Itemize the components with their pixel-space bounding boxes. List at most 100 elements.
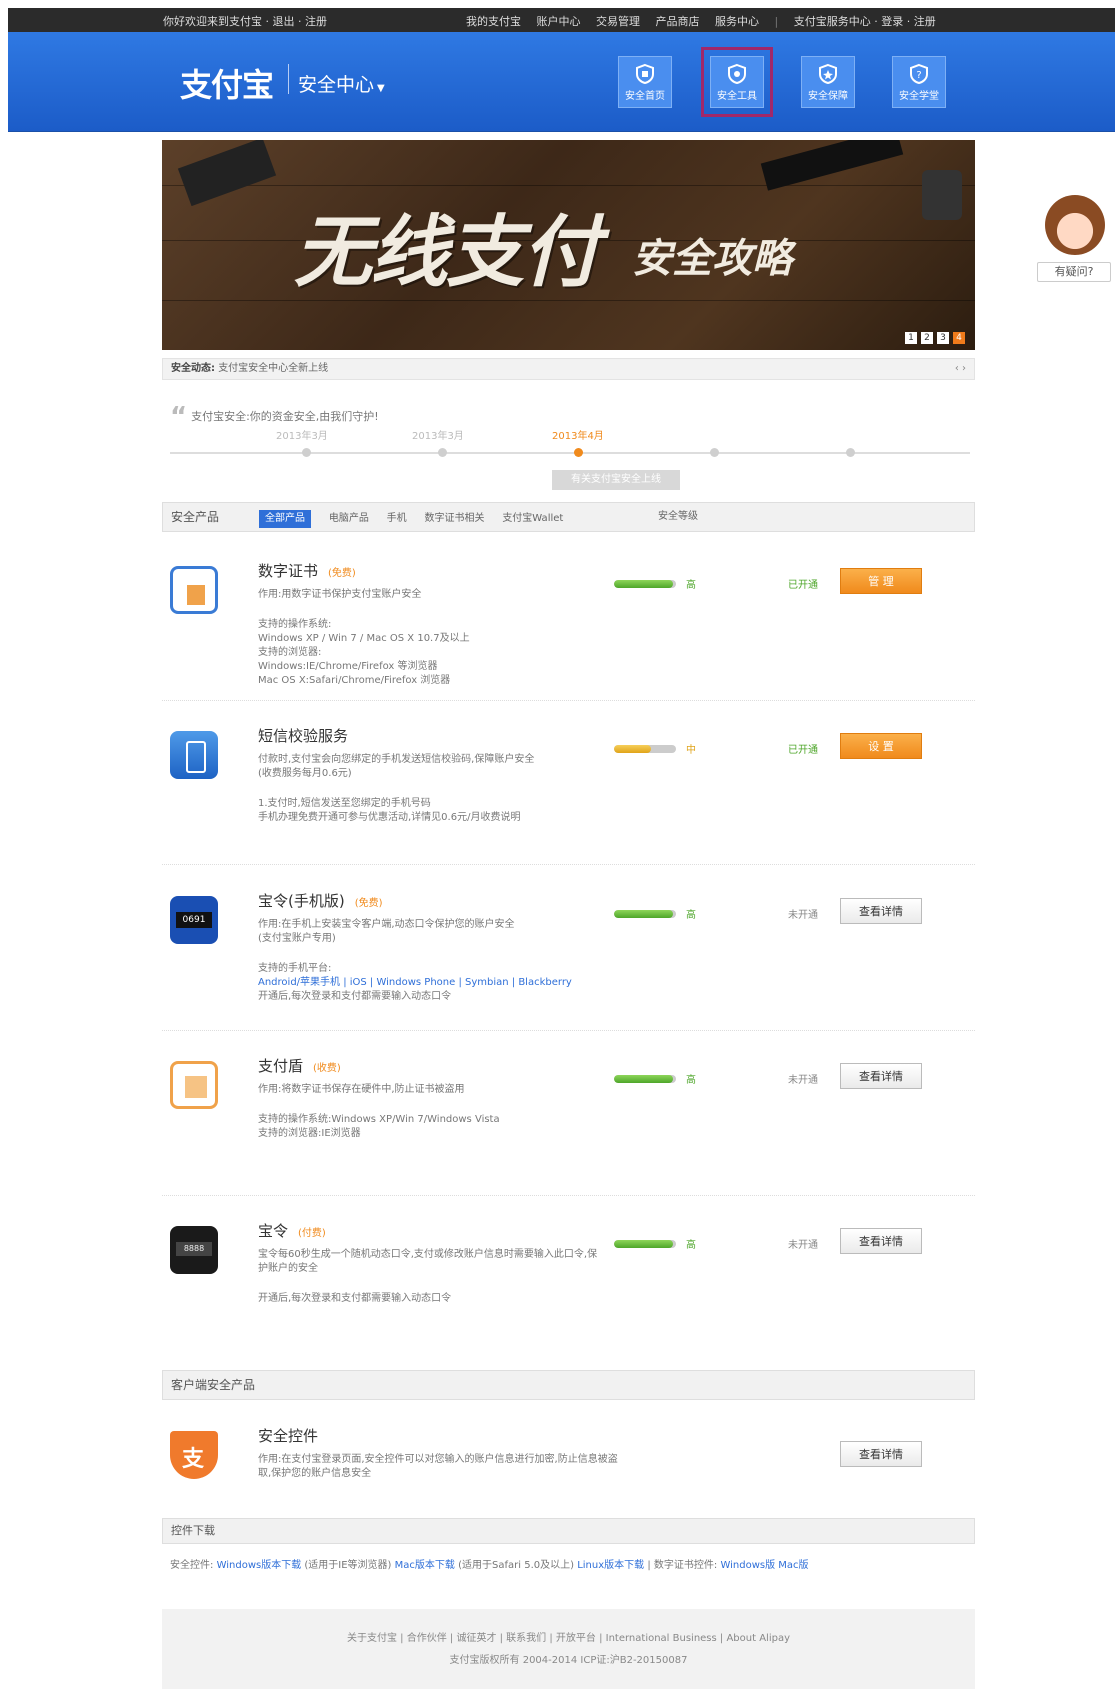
download-note: (适用于Safari 5.0及以上)	[458, 1560, 575, 1571]
news-arrows-icon[interactable]: ‹ ›	[955, 359, 966, 379]
product-status: 已开通	[788, 580, 818, 591]
banner-pager: 1234	[901, 329, 965, 344]
topbar-greeting[interactable]: 你好欢迎来到支付宝 · 退出 · 注册	[163, 13, 327, 29]
nav-security-home[interactable]: 安全首页	[618, 56, 672, 108]
settings-button[interactable]: 设 置	[840, 733, 922, 759]
product-name-text: 短信校验服务	[258, 727, 349, 745]
question-icon: ?	[910, 63, 928, 85]
view-details-button[interactable]: 查看详情	[840, 1228, 922, 1254]
timeline-date: 2013年3月	[276, 431, 328, 442]
topbar-link-trade[interactable]: 交易管理	[596, 15, 640, 28]
timeline-dot[interactable]	[302, 448, 311, 457]
manage-button[interactable]: 管 理	[840, 568, 922, 594]
download-sep: |	[647, 1560, 651, 1571]
download-note: (适用于IE等浏览器)	[304, 1560, 392, 1571]
product-row-control: 安全控件 作用:在支付宝登录页面,安全控件可以对您输入的账户信息进行加密,防止信…	[162, 1425, 975, 1495]
downloads-row: 安全控件: Windows版本下载 (适用于IE等浏览器) Mac版本下载 (适…	[170, 1556, 809, 1571]
product-desc: 付款时,支付宝会向您绑定的手机发送短信校验码,保障账户安全	[258, 754, 535, 765]
security-level-fill	[614, 910, 673, 918]
usb-key-image	[177, 140, 277, 207]
banner-title: 无线支付	[294, 208, 600, 298]
product-desc: 作用:将数字证书保存在硬件中,防止证书被盗用	[258, 1084, 465, 1095]
news-strip: 安全动态: 支付宝安全中心全新上线 ‹ ›	[162, 358, 975, 380]
security-level-label: 中	[686, 745, 696, 756]
nav-security-school[interactable]: ? 安全学堂	[892, 56, 946, 108]
banner-page-3[interactable]: 3	[937, 332, 949, 344]
product-name: 宝令 (付费)	[258, 1220, 326, 1241]
security-level-header: 安全等级	[658, 511, 698, 522]
topbar-link-account[interactable]: 账户中心	[537, 15, 581, 28]
view-details-button[interactable]: 查看详情	[840, 1063, 922, 1089]
platform-links[interactable]: Android/苹果手机 | iOS | Windows Phone | Sym…	[258, 977, 572, 988]
tools-icon	[728, 63, 746, 85]
product-name: 宝令(手机版) (免费)	[258, 890, 383, 911]
site-header: 支付宝 安全中心 ▼ 安全首页 安全工具 安全保障 ? 安全学堂	[8, 32, 1115, 132]
product-name: 支付盾 (收费)	[258, 1055, 341, 1076]
tab-pc-products[interactable]: 电脑产品	[329, 505, 369, 533]
security-level-fill	[614, 1075, 673, 1083]
banner-page-2[interactable]: 2	[921, 332, 933, 344]
timeline-dot[interactable]	[846, 448, 855, 457]
security-level-bar	[614, 580, 676, 588]
help-avatar[interactable]	[1045, 195, 1105, 255]
product-desc-platforms: Android/苹果手机 | iOS | Windows Phone | Sym…	[258, 976, 572, 990]
pay-shield-icon	[170, 1061, 218, 1109]
timeline	[170, 448, 970, 457]
topbar-link-store[interactable]: 产品商店	[656, 15, 700, 28]
banner-page-4[interactable]: 4	[953, 332, 965, 344]
download-label: 安全控件:	[170, 1560, 214, 1571]
product-desc: Windows:IE/Chrome/Firefox 等浏览器	[258, 661, 438, 672]
top-bar: 你好欢迎来到支付宝 · 退出 · 注册 我的支付宝 账户中心 交易管理 产品商店…	[8, 8, 1115, 32]
mobile-token-icon	[170, 896, 218, 944]
security-level-fill	[614, 745, 652, 753]
product-row-shield: 支付盾 (收费) 作用:将数字证书保存在硬件中,防止证书被盗用 支持的操作系统:W…	[162, 1055, 975, 1165]
alipay-logo[interactable]: 支付宝	[180, 60, 274, 106]
security-level-bar	[614, 745, 676, 753]
product-desc: 支持的浏览器:	[258, 647, 322, 658]
product-row-token: 宝令 (付费) 宝令每60秒生成一个随机动态口令,支付或修改账户信息时需要输入此口…	[162, 1220, 975, 1330]
security-center-label: 安全中心	[298, 74, 375, 96]
timeline-dot[interactable]	[710, 448, 719, 457]
site-footer: 关于支付宝 | 合作伙伴 | 诚征英才 | 联系我们 | 开放平台 | Inte…	[162, 1609, 975, 1689]
security-level-label: 高	[686, 1240, 696, 1251]
view-details-button[interactable]: 查看详情	[840, 1441, 922, 1467]
product-desc: Windows XP / Win 7 / Mac OS X 10.7及以上	[258, 633, 470, 644]
row-divider	[162, 1195, 975, 1196]
download-cert-link[interactable]: Windows版 Mac版	[720, 1560, 808, 1571]
product-tag: (免费)	[354, 898, 383, 909]
footer-links[interactable]: 关于支付宝 | 合作伙伴 | 诚征英才 | 联系我们 | 开放平台 | Inte…	[162, 1629, 975, 1644]
timeline-dot-active[interactable]	[574, 448, 583, 457]
security-center-title[interactable]: 安全中心 ▼	[298, 70, 385, 97]
hardware-token-icon	[170, 1226, 218, 1274]
download-windows-link[interactable]: Windows版本下载	[217, 1560, 302, 1571]
product-desc: 支持的手机平台:	[258, 963, 332, 974]
row-divider	[162, 700, 975, 701]
wood-plank-line	[162, 185, 975, 186]
help-label[interactable]: 有疑问?	[1037, 262, 1111, 282]
nav-security-guarantee[interactable]: 安全保障	[801, 56, 855, 108]
view-details-button[interactable]: 查看详情	[840, 898, 922, 924]
news-text[interactable]: 支付宝安全中心全新上线	[218, 363, 328, 374]
nav-label: 安全首页	[625, 91, 665, 102]
topbar-link-my-alipay[interactable]: 我的支付宝	[466, 15, 521, 28]
topbar-link-service[interactable]: 服务中心	[715, 15, 759, 28]
svg-text:?: ?	[916, 70, 921, 81]
download-mac-link[interactable]: Mac版本下载	[395, 1560, 455, 1571]
tab-all-products[interactable]: 全部产品	[259, 510, 311, 528]
security-level-fill	[614, 1240, 673, 1248]
download-linux-link[interactable]: Linux版本下载	[577, 1560, 644, 1571]
nav-security-tools[interactable]: 安全工具	[701, 47, 773, 117]
topbar-login-links[interactable]: 支付宝服务中心 · 登录 · 注册	[794, 15, 936, 28]
timeline-dot[interactable]	[438, 448, 447, 457]
product-name-text: 数字证书	[258, 562, 319, 580]
banner-page-1[interactable]: 1	[905, 332, 917, 344]
phone-image	[760, 140, 904, 191]
tab-cert[interactable]: 数字证书相关	[424, 505, 484, 533]
products-section-title: 安全产品	[171, 510, 220, 524]
security-level-label: 高	[686, 1075, 696, 1086]
product-desc: Mac OS X:Safari/Chrome/Firefox 浏览器	[258, 675, 451, 686]
tab-wallet[interactable]: 支付宝Wallet	[502, 505, 563, 533]
tab-mobile[interactable]: 手机	[387, 505, 407, 533]
sms-phone-icon	[170, 731, 218, 779]
promo-banner[interactable]: 无线支付 安全攻略 1234	[162, 140, 975, 350]
